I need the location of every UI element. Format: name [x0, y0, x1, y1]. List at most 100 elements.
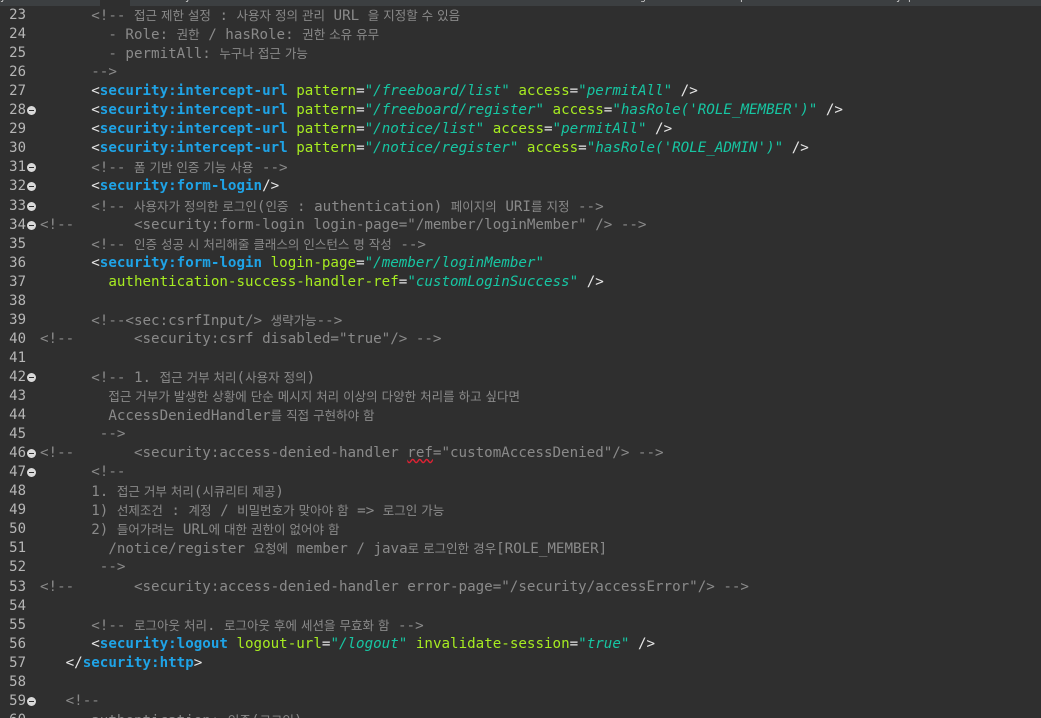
code-line[interactable]: - permitAll: 누구나 접근 가능	[40, 44, 308, 63]
code-token: <!-- <security:access-denied-handler err…	[40, 578, 749, 595]
code-token: AccessDeniedHandler를 직접 구현하야 함	[40, 408, 375, 425]
line-number: 39	[9, 311, 26, 328]
code-token: ref	[407, 445, 433, 462]
code-line[interactable]: -->	[40, 558, 126, 577]
line-number: 42	[9, 368, 26, 385]
code-line[interactable]: <security:intercept-url pattern="/freebo…	[40, 101, 843, 120]
code-line[interactable]: <!--<sec:csrfInput/> 생략가능-->	[40, 311, 342, 330]
code-line[interactable]: AccessDeniedHandler를 직접 구현하야 함	[40, 406, 375, 425]
code-token: <!-- 폼 기반 인증 기능 사용 -->	[40, 160, 288, 177]
code-line[interactable]: <!-- 로그아웃 처리. 로그아웃 후에 세션을 무효화 함 -->	[40, 616, 424, 635]
code-line[interactable]: /notice/register 요청에 member / java로 로그인한…	[40, 539, 607, 558]
code-token: "/notice/list"	[364, 121, 485, 138]
code-token: -->	[40, 64, 117, 81]
code-token: -->	[40, 559, 126, 576]
code-line[interactable]: 1) 선제조건 : 계정 / 비밀번호가 맞아야 함 => 로그인 가능	[40, 501, 444, 520]
code-token: "true"	[578, 635, 630, 652]
code-token: <!--<sec:csrfInput/> 생략가능-->	[40, 312, 343, 329]
code-token: security:intercept-url	[99, 121, 288, 138]
code-token: />	[629, 635, 656, 652]
code-line[interactable]: 접근 거부가 발생한 상황에 단순 메시지 처리 이상의 다양한 처리를 하고 …	[40, 387, 520, 406]
code-token: =	[569, 83, 579, 100]
code-line[interactable]: <security:logout logout-url = "/logout" in…	[40, 635, 655, 654]
line-number: 26	[9, 64, 26, 81]
code-token: =	[356, 83, 365, 100]
code-token: login-page	[270, 254, 357, 271]
code-line[interactable]: <!-- 폼 기반 인증 기능 사용 -->	[40, 158, 288, 177]
code-line[interactable]: <!--	[40, 692, 100, 711]
code-line[interactable]: <!-- <security:access-denied-handler err…	[40, 578, 749, 597]
line-number: 59	[9, 692, 26, 709]
code-line[interactable]: <!-- 접근 제한 설정 : 사용자 정의 관리 URL 을 지정할 수 있음	[40, 6, 460, 25]
code-token: <!--	[40, 464, 126, 481]
line-number: 32	[9, 178, 26, 195]
code-line[interactable]: authentication-success-handler-ref="cust…	[40, 273, 603, 292]
code-line[interactable]: -->	[40, 425, 126, 444]
code-token: "/freeboard/register"	[364, 102, 544, 119]
code-token: <!--	[40, 692, 100, 709]
code-token: security:intercept-url	[99, 102, 288, 119]
code-token: security:form-login	[99, 254, 263, 271]
code-token: <	[40, 178, 100, 195]
code-token: "customLoginSuccess"	[407, 273, 579, 290]
fold-toggle-icon[interactable]	[27, 372, 36, 382]
code-token: />	[817, 102, 843, 119]
code-line[interactable]: <!-- <security:access-denied-handler ref…	[40, 444, 664, 463]
code-line[interactable]: <security:form-login/>	[40, 177, 279, 196]
code-line[interactable]: 1. 접근 거부 처리(시큐리티 제공)	[40, 482, 284, 501]
code-token: authentication-success-handler-ref	[108, 273, 399, 290]
code-line[interactable]: authentication: 인증(로그인)	[40, 711, 302, 718]
code-token: security:intercept-url	[99, 140, 288, 157]
code-line[interactable]: -->	[40, 63, 117, 82]
line-number: 56	[9, 635, 26, 652]
code-line[interactable]: <security:intercept-url pattern="/notice…	[40, 120, 672, 139]
fold-toggle-icon[interactable]	[27, 220, 36, 230]
code-line[interactable]: <!-- 1. 접근 거부 처리(사용자 정의)	[40, 368, 315, 387]
fold-toggle-icon[interactable]	[27, 201, 36, 211]
code-token: =	[356, 121, 365, 138]
code-line[interactable]: <security:form-login login-page="/member…	[40, 254, 544, 273]
code-token: 2) 들어가려는 URL에 대한 권한이 없어야 함	[40, 522, 340, 539]
code-token: =	[356, 254, 365, 271]
code-token: access	[518, 83, 570, 100]
code-line[interactable]: <!-- 사용자가 정의한 로그인(인증 : authentication) 페…	[40, 197, 603, 216]
code-line[interactable]: <security:intercept-url pattern="/notice…	[40, 139, 809, 158]
code-token: 접근 거부가 발생한 상황에 단순 메시지 처리 이상의 다양한 처리를 하고 …	[108, 389, 521, 404]
line-number: 38	[9, 292, 26, 309]
code-token: pattern	[296, 83, 357, 100]
line-number: 35	[9, 235, 26, 252]
line-number: 47	[9, 464, 26, 481]
code-line[interactable]: <!-- <security:csrf disabled="true"/> --…	[40, 330, 441, 349]
line-number: 29	[9, 121, 26, 138]
line-number: 33	[9, 197, 26, 214]
code-token: "/logout"	[330, 635, 408, 652]
code-line[interactable]: <!--	[40, 463, 125, 482]
code-token: security:intercept-url	[99, 83, 288, 100]
code-editor[interactable]: 23 <!-- 접근 제한 설정 : 사용자 정의 관리 URL 을 지정할 수…	[0, 6, 1041, 718]
line-number: 37	[9, 273, 26, 290]
code-token: =	[569, 635, 579, 652]
code-line[interactable]: 2) 들어가려는 URL에 대한 권한이 없어야 함	[40, 520, 339, 539]
code-line[interactable]: <!-- <security:form-login login-page="/m…	[40, 216, 646, 235]
line-number: 25	[9, 45, 26, 62]
code-line[interactable]: <!-- 인증 성공 시 처리해줄 클래스의 인스턴스 명 작성 -->	[40, 235, 426, 254]
code-token: "permitAll"	[578, 83, 673, 100]
code-token: <!-- 로그아웃 처리. 로그아웃 후에 세션을 무효화 함 -->	[40, 617, 424, 634]
code-token: logout-url	[236, 635, 322, 652]
code-token: ="customAccessDenied"/> -->	[432, 445, 664, 462]
line-number: 55	[9, 616, 26, 633]
code-token: invalidate-session	[415, 635, 570, 652]
code-token: - permitAll: 누구나 접근 가능	[40, 46, 308, 63]
fold-toggle-icon[interactable]	[27, 696, 36, 706]
code-token: "hasRole('ROLE_ADMIN')"	[586, 140, 784, 157]
code-line[interactable]: <security:intercept-url pattern="/freebo…	[40, 82, 698, 101]
code-token: />	[672, 83, 698, 100]
code-token: />	[646, 121, 673, 138]
code-line[interactable]: </security:http>	[40, 654, 203, 673]
code-line[interactable]: - Role: 권한 / hasRole: 권한 소유 유무	[40, 25, 379, 44]
